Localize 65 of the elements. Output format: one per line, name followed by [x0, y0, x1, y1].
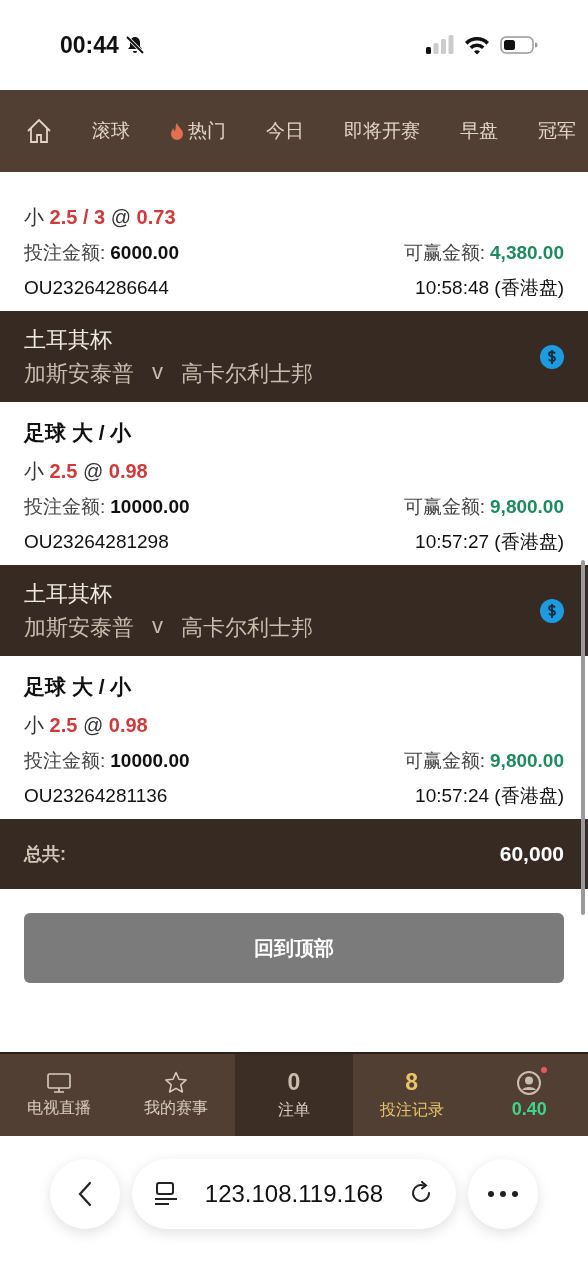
bet-type: 足球 大 / 小 — [24, 674, 133, 700]
user-icon — [517, 1070, 542, 1095]
win-amount: 4,380.00 — [490, 241, 564, 264]
dollar-icon — [540, 344, 564, 369]
bottom-nav-item[interactable]: 我的赛事 — [117, 1054, 236, 1136]
win-label: 可赢金额: — [403, 494, 486, 519]
balance-amount: 0.40 — [511, 1098, 547, 1120]
league-name: 土耳其杯 — [24, 579, 113, 608]
versus: v — [152, 612, 163, 640]
nav-tab[interactable]: 早盘 — [460, 112, 498, 150]
more-icon — [488, 1191, 518, 1197]
win-label: 可赢金额: — [403, 240, 486, 265]
stake-amount: 10000.00 — [110, 495, 190, 518]
bet-ref: OU23264281136 — [24, 784, 168, 807]
nav-tab[interactable]: 热门 — [170, 112, 226, 150]
nav-tab[interactable]: 即将开赛 — [344, 112, 420, 150]
total-label: 总共: — [24, 843, 66, 866]
bet-time: 10:57:27 (香港盘) — [415, 529, 564, 554]
bet-time: 10:57:24 (香港盘) — [415, 783, 564, 808]
address-bar[interactable]: 123.108.119.168 — [132, 1159, 456, 1229]
bet-selection: 小 2.5 @ 0.98 — [24, 713, 148, 738]
total-amount: 60,000 — [499, 842, 564, 866]
stake-label: 投注金额: — [24, 240, 106, 265]
chevron-left-icon — [78, 1181, 92, 1207]
bottom-nav-item[interactable]: 8 投注记录 — [352, 1054, 471, 1136]
away-team: 高卡尔利士邦 — [181, 613, 313, 642]
tv-icon — [46, 1071, 71, 1094]
battery-icon — [500, 35, 538, 55]
count-number: 0 — [287, 1069, 301, 1096]
signal-icon — [426, 35, 454, 55]
league-name: 土耳其杯 — [24, 325, 113, 354]
home-team: 加斯安泰普 — [24, 359, 134, 388]
nav-tab[interactable]: 滚球 — [92, 112, 130, 150]
stake-amount: 6000.00 — [110, 241, 179, 264]
bet-time: 10:58:48 (香港盘) — [415, 275, 564, 300]
page-menu-icon — [154, 1181, 178, 1207]
home-team: 加斯安泰普 — [24, 613, 134, 642]
bottom-nav-item[interactable]: 电视直播 — [0, 1054, 118, 1136]
away-team: 高卡尔利士邦 — [181, 359, 313, 388]
versus: v — [152, 358, 163, 386]
wifi-icon — [464, 35, 490, 55]
bet-selection: 小 2.5 / 3 @ 0.73 — [24, 205, 176, 230]
nav-tab[interactable]: 冠军 — [538, 112, 576, 150]
bet-type: 足球 大 / 小 — [24, 420, 133, 446]
bell-muted-icon — [124, 35, 145, 55]
win-amount: 9,800.00 — [490, 495, 564, 518]
stake-amount: 10000.00 — [110, 749, 190, 772]
clock-time: 00:44 — [60, 31, 119, 59]
win-label: 可赢金额: — [403, 748, 486, 773]
bottom-nav-item[interactable]: 0.40 — [470, 1054, 588, 1136]
bet-ref: OU23264286644 — [24, 276, 169, 299]
back-to-top-button[interactable]: 回到顶部 — [24, 913, 564, 983]
url-text: 123.108.119.168 — [204, 1180, 384, 1208]
star-icon — [164, 1071, 189, 1094]
dollar-icon — [540, 598, 564, 623]
nav-tab[interactable]: 今日 — [266, 112, 304, 150]
bottom-nav-item[interactable]: 0 注单 — [235, 1054, 353, 1136]
win-amount: 9,800.00 — [490, 749, 564, 772]
bet-ref: OU23264281298 — [24, 530, 169, 553]
stake-label: 投注金额: — [24, 748, 106, 773]
stake-label: 投注金额: — [24, 494, 106, 519]
count-number: 8 — [405, 1069, 418, 1096]
bet-selection: 小 2.5 @ 0.98 — [24, 459, 148, 484]
scrollbar[interactable] — [581, 560, 585, 915]
flame-icon — [170, 121, 184, 141]
